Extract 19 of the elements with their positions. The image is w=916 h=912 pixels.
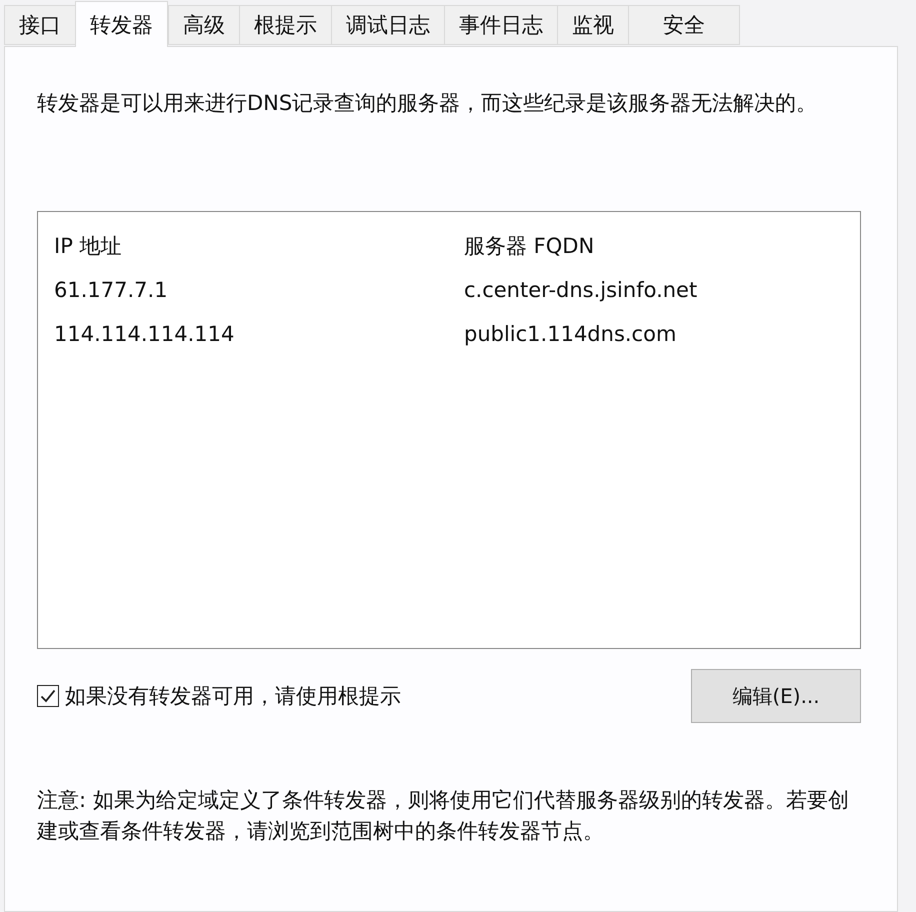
table-cell: 114.114.114.114 xyxy=(54,322,234,346)
edit-button[interactable]: 编辑(E)... xyxy=(691,669,861,723)
column-header[interactable]: 服务器 FQDN xyxy=(464,232,594,260)
checkbox[interactable] xyxy=(37,685,59,707)
table-cell: public1.114dns.com xyxy=(464,322,676,346)
tab[interactable]: 事件日志 xyxy=(444,5,557,45)
table-cell: 61.177.7.1 xyxy=(54,278,168,302)
tab[interactable]: 高级 xyxy=(168,5,239,45)
note-text: 注意: 如果为给定域定义了条件转发器，则将使用它们代替服务器级别的转发器。若要创建或查看条件转发器，请浏览到范围树中的条件转发器节点。 xyxy=(37,787,850,845)
tab[interactable]: 调试日志 xyxy=(331,5,444,45)
table-cell: c.center-dns.jsinfo.net xyxy=(464,278,698,302)
tab[interactable]: 监视 xyxy=(557,5,628,45)
tab[interactable]: 转发器 xyxy=(75,1,168,47)
tab[interactable]: 接口 xyxy=(4,5,75,45)
tab[interactable]: 安全 xyxy=(628,5,740,45)
column-header[interactable]: IP 地址 xyxy=(54,232,122,260)
checkbox-label: 如果没有转发器可用，请使用根提示 xyxy=(65,683,401,710)
description-text: 转发器是可以用来进行DNS记录查询的服务器，而这些纪录是该服务器无法解决的。 xyxy=(37,90,818,117)
tab[interactable]: 根提示 xyxy=(239,5,331,45)
